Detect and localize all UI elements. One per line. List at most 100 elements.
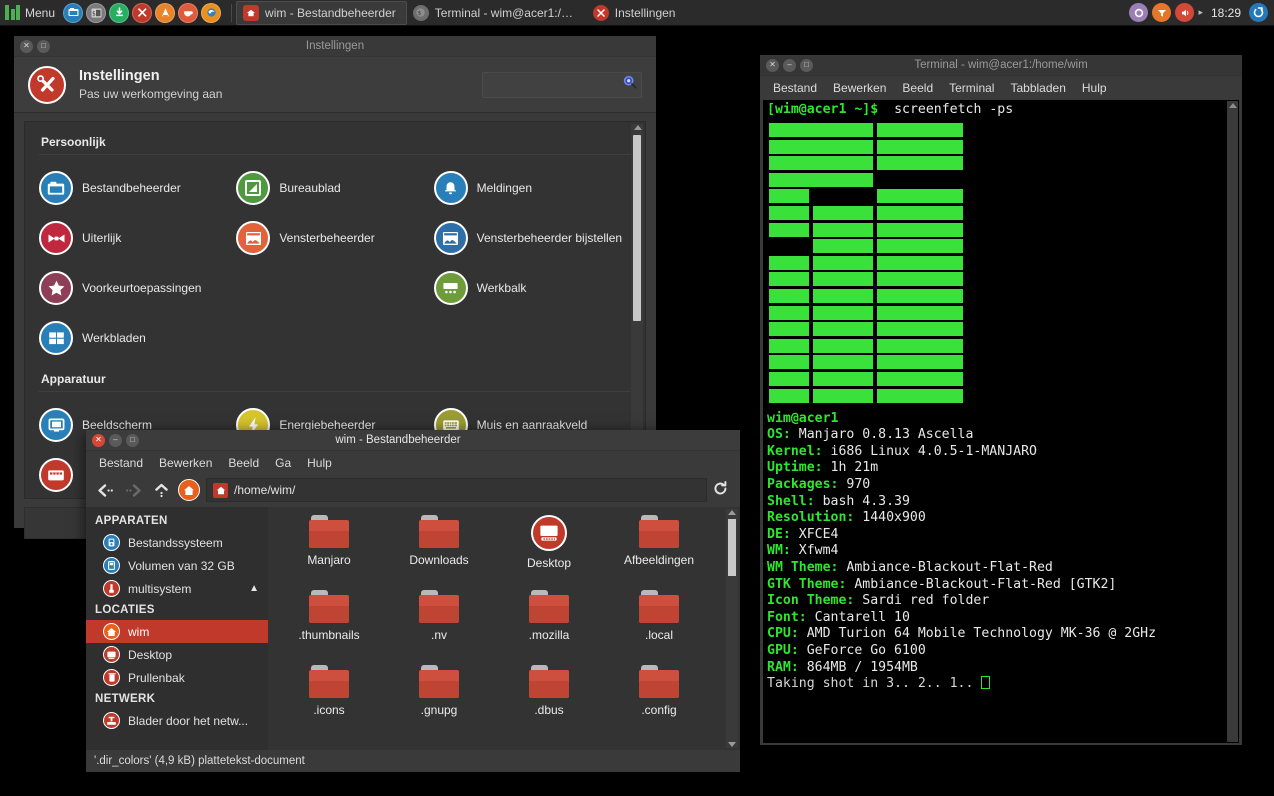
filemanager-file-view[interactable]: ManjaroDownloads Desktop Afbeeldingen .thum… xyxy=(268,507,740,750)
task-button-settings[interactable]: Instellingen xyxy=(587,1,686,25)
file-item[interactable]: Downloads xyxy=(384,515,494,590)
settings-item-voorkeurtoepassingen[interactable]: Voorkeurtoepassingen xyxy=(39,263,236,313)
file-manager-window[interactable]: ✕ – □ wim - Bestandbeheerder Bestand Bew… xyxy=(86,430,740,770)
reload-icon[interactable] xyxy=(713,481,732,499)
clock[interactable]: 18:29 xyxy=(1207,6,1245,20)
settings-item-meldingen[interactable]: Meldingen xyxy=(434,163,631,213)
sidebar-item-desktop[interactable]: Desktop xyxy=(86,643,268,666)
menu-bewerken[interactable]: Bewerken xyxy=(152,455,219,471)
path-input[interactable]: /home/wim/ xyxy=(206,478,707,502)
close-icon[interactable]: ✕ xyxy=(766,59,779,72)
menu-hulp[interactable]: Hulp xyxy=(300,455,339,471)
ascii-block xyxy=(813,371,873,386)
file-item[interactable]: .nv xyxy=(384,590,494,665)
ascii-block xyxy=(813,222,873,237)
menu-hulp[interactable]: Hulp xyxy=(1075,80,1114,96)
scroll-down-arrow-icon[interactable] xyxy=(728,742,736,747)
home-icon[interactable] xyxy=(178,479,200,501)
menu-beeld[interactable]: Beeld xyxy=(895,80,940,96)
back-button[interactable] xyxy=(94,479,116,501)
terminal-screen[interactable]: [wim@acer1 ~]$ screenfetch -ps wim@acer1… xyxy=(763,100,1239,743)
menu-beeld[interactable]: Beeld xyxy=(221,455,266,471)
sidebar-item-bestandssysteem[interactable]: Bestandssysteem xyxy=(86,531,268,554)
search-input[interactable] xyxy=(482,72,642,98)
settings-item-bestandbeheerder[interactable]: Bestandbeheerder xyxy=(39,163,236,213)
logout-icon[interactable] xyxy=(1249,3,1268,22)
settings-item-werkbladen[interactable]: Werkbladen xyxy=(39,313,236,363)
launcher-terminal-icon[interactable]: $ xyxy=(86,3,106,23)
settings-item-uiterlijk[interactable]: Uiterlijk xyxy=(39,213,236,263)
launcher-software-install-icon[interactable] xyxy=(109,3,129,23)
filemanager-titlebar[interactable]: ✕ – □ wim - Bestandbeheerder xyxy=(86,430,740,451)
terminal-scrollbar[interactable] xyxy=(1227,101,1238,742)
terminal-info-line: Packages: 970 xyxy=(767,477,1239,494)
menu-terminal[interactable]: Terminal xyxy=(942,80,1001,96)
menu-ga[interactable]: Ga xyxy=(268,455,298,471)
file-item[interactable]: .config xyxy=(604,665,714,740)
settings-titlebar[interactable]: ✕ □ Instellingen xyxy=(14,36,656,57)
ascii-art-row xyxy=(769,172,963,189)
file-item[interactable]: .icons xyxy=(274,665,384,740)
network-tray-icon[interactable] xyxy=(1152,3,1171,22)
ascii-block xyxy=(769,122,873,137)
menu-bewerken[interactable]: Bewerken xyxy=(826,80,893,96)
settings-item-vensterbeheerder[interactable]: Vensterbeheerder xyxy=(236,213,433,263)
filemanager-scrollbar[interactable] xyxy=(726,509,738,748)
filemanager-scrollbar-thumb[interactable] xyxy=(728,519,736,576)
task-button-filemanager[interactable]: wim - Bestandbeheerder xyxy=(236,1,407,25)
file-item[interactable]: .thumbnails xyxy=(274,590,384,665)
settings-gear-tray-icon[interactable] xyxy=(1129,3,1148,22)
file-item[interactable]: .local xyxy=(604,590,714,665)
filemanager-sidebar[interactable]: APPARATENBestandssysteemVolumen van 32 G… xyxy=(86,507,268,750)
forward-button[interactable] xyxy=(122,479,144,501)
file-item[interactable]: .mozilla xyxy=(494,590,604,665)
file-item[interactable]: Manjaro xyxy=(274,515,384,590)
file-item[interactable]: Afbeeldingen xyxy=(604,515,714,590)
scroll-up-arrow-icon[interactable] xyxy=(728,510,736,515)
tray-expand-arrow-icon[interactable]: ▸ xyxy=(1198,7,1203,18)
terminal-window[interactable]: ✕ – □ Terminal - wim@acer1:/home/wim Bes… xyxy=(760,55,1242,745)
scroll-up-arrow-icon[interactable] xyxy=(634,125,642,130)
close-icon[interactable]: ✕ xyxy=(92,434,105,447)
settings-item-bureaublad[interactable]: Bureaublad xyxy=(236,163,433,213)
launcher-steam-icon[interactable] xyxy=(178,3,198,23)
settings-item-vensterbeheerder-bijstellen[interactable]: Vensterbeheerder bijstellen xyxy=(434,213,631,263)
file-item[interactable]: .gnupg xyxy=(384,665,494,740)
sidebar-item-wim[interactable]: wim xyxy=(86,620,268,643)
ascii-block xyxy=(877,139,963,154)
eject-icon[interactable]: ▲ xyxy=(249,583,268,594)
close-icon[interactable]: ✕ xyxy=(20,40,33,53)
volume-tray-icon[interactable] xyxy=(1175,3,1194,22)
menu-tabbladen[interactable]: Tabbladen xyxy=(1003,80,1072,96)
applications-menu-button[interactable]: Menu xyxy=(0,0,63,26)
launcher-settings-tools-icon[interactable] xyxy=(132,3,152,23)
task-button-terminal[interactable]: $ Terminal - wim@acer1:/h... xyxy=(407,1,587,25)
menu-bestand[interactable]: Bestand xyxy=(92,455,150,471)
terminal-titlebar[interactable]: ✕ – □ Terminal - wim@acer1:/home/wim xyxy=(760,55,1242,76)
file-name-label: .local xyxy=(645,628,673,642)
maximize-icon[interactable]: □ xyxy=(800,59,813,72)
launcher-file-manager-icon[interactable] xyxy=(63,3,83,23)
settings-item-label: Werkbladen xyxy=(82,331,146,346)
menu-bestand[interactable]: Bestand xyxy=(766,80,824,96)
launcher-firefox-icon[interactable] xyxy=(201,3,221,23)
file-name-label: Desktop xyxy=(527,556,571,570)
file-item[interactable]: .dbus xyxy=(494,665,604,740)
sidebar-item-blader-door-het-netw[interactable]: Blader door het netw... xyxy=(86,709,268,732)
up-button[interactable] xyxy=(150,479,172,501)
terminal-info-value: Sardi red folder xyxy=(854,593,989,608)
sidebar-item-volumen-van-32-gb[interactable]: Volumen van 32 GB xyxy=(86,554,268,577)
settings-item-werkbalk[interactable]: Werkbalk xyxy=(434,263,631,313)
search-icon[interactable] xyxy=(623,75,637,94)
maximize-icon[interactable]: □ xyxy=(126,434,139,447)
minimize-icon[interactable]: – xyxy=(109,434,122,447)
settings-header-text: Instellingen Pas uw werkomgeving aan xyxy=(79,67,222,103)
sidebar-item-multisystem[interactable]: multisystem▲ xyxy=(86,577,268,600)
settings-scrollbar-thumb[interactable] xyxy=(633,135,641,321)
scroll-up-arrow-icon[interactable] xyxy=(1229,103,1237,108)
file-item[interactable]: Desktop xyxy=(494,515,604,590)
launcher-vlc-media-player-icon[interactable] xyxy=(155,3,175,23)
maximize-icon[interactable]: □ xyxy=(37,40,50,53)
minimize-icon[interactable]: – xyxy=(783,59,796,72)
sidebar-item-prullenbak[interactable]: Prullenbak xyxy=(86,666,268,689)
